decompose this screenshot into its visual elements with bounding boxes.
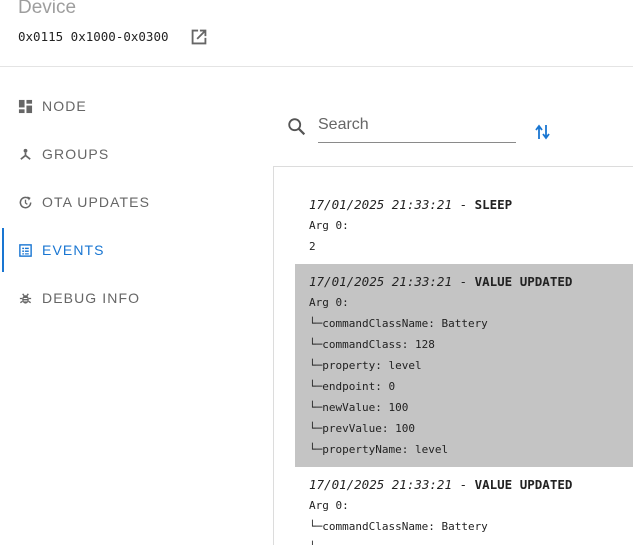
sidebar-item-label: DEBUG INFO [42,290,141,306]
event-separator: - [452,197,475,212]
sidebar-item-label: EVENTS [42,242,105,258]
sidebar-item-label: OTA UPDATES [42,194,151,210]
groups-icon [20,148,31,160]
event-line: └─propertyName: level [309,443,449,456]
search-icon [288,118,306,136]
event-timestamp: 17/01/2025 21:33:21 [309,197,452,212]
event-name: SLEEP [474,197,513,212]
device-header: Device 0x0115 0x1000-0x0300 [0,0,633,67]
sort-icon[interactable] [534,122,552,142]
sidebar-item-ota-updates[interactable]: OTA UPDATES [0,178,260,226]
event-header: 17/01/2025 21:33:21 - SLEEP [295,194,633,215]
event-line: └─commandClassName: Battery [309,317,488,330]
device-title: Device [18,0,77,18]
event-name: VALUE UPDATED [474,477,573,492]
event-line: └─commandClassName: Battery [309,520,488,533]
sidebar-item-groups[interactable]: GROUPS [0,130,260,178]
event-line: └─prevValue: 100 [309,422,415,435]
search-field [318,112,516,143]
device-id: 0x0115 0x1000-0x0300 [18,29,169,44]
event-separator: - [452,477,475,492]
open-in-new-icon[interactable] [188,26,210,48]
event-line: Arg 0: [309,296,349,309]
event-line: └─commandClass: 128 [309,338,435,351]
event-header: 17/01/2025 21:33:21 - VALUE UPDATED [295,474,633,495]
event-line: 2 [309,240,316,253]
event-entry: 17/01/2025 21:33:21 - SLEEP Arg 0: 2 [295,194,633,257]
event-line: └─endpoint: 0 [309,380,396,393]
event-line: Arg 0: [309,219,349,232]
event-header: 17/01/2025 21:33:21 - VALUE UPDATED [295,271,633,292]
sidebar-item-debug-info[interactable]: DEBUG INFO [0,274,260,322]
event-line: └─property: level [309,359,422,372]
events-list: 17/01/2025 21:33:21 - SLEEP Arg 0: 2 17/… [273,166,633,545]
events-list-icon [19,244,32,257]
event-timestamp: 17/01/2025 21:33:21 [309,274,452,289]
sidebar-item-label: NODE [42,98,87,114]
event-entry: 17/01/2025 21:33:21 - VALUE UPDATED Arg … [295,474,633,545]
event-entry-highlighted[interactable]: 17/01/2025 21:33:21 - VALUE UPDATED Arg … [295,264,633,467]
event-timestamp: 17/01/2025 21:33:21 [309,477,452,492]
dashboard-icon [18,99,33,114]
bug-icon [19,293,32,304]
event-name: VALUE UPDATED [474,274,573,289]
sidebar-item-events[interactable]: EVENTS [0,226,260,274]
sidebar-nav: NODE GROUPS OTA UPDATES EVENTS DEBUG INF… [0,82,260,322]
search-input[interactable] [318,112,514,138]
event-separator: - [452,274,475,289]
update-icon [19,196,32,209]
event-line: Arg 0: [309,499,349,512]
sidebar-item-node[interactable]: NODE [0,82,260,130]
event-line: └─newValue: 100 [309,401,409,414]
sidebar-item-label: GROUPS [42,146,110,162]
